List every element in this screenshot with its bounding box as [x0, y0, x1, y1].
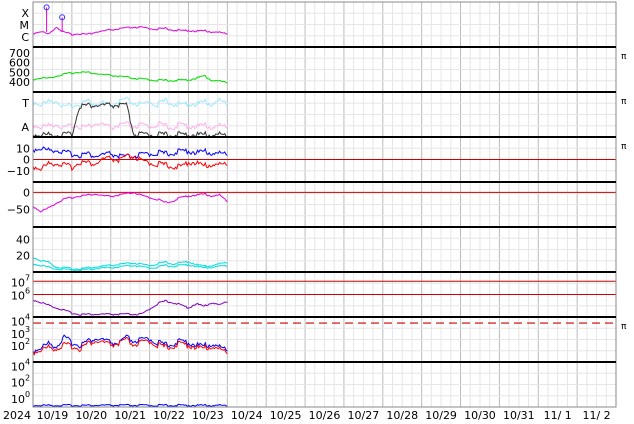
- y-tick-exponent: 2: [25, 337, 30, 346]
- x-tick-label: 10/26: [309, 409, 341, 422]
- y-tick-label: 10: [11, 316, 25, 329]
- panel-flag: π: [621, 97, 627, 107]
- x-tick-label: 10/19: [37, 409, 69, 422]
- y-tick-exponent: 4: [25, 313, 30, 322]
- x-tick-label: 10/27: [348, 409, 380, 422]
- x-tick-label: 2024: [3, 409, 31, 422]
- y-tick-label: 10: [11, 328, 25, 341]
- y-tick-label: 10: [11, 276, 25, 289]
- y-tick-label: 0: [23, 186, 30, 199]
- space-weather-chart: 2024 10/19 10/20 10/21 10/22 10/23 10/24 10/25 1…: [3, 1, 627, 422]
- x-tick-label: 10/23: [192, 409, 224, 422]
- y-tick-label: 400: [9, 76, 30, 89]
- x-tick-label: 10/22: [153, 409, 185, 422]
- panel-flag: π: [621, 142, 627, 152]
- y-tick-label: 20: [16, 250, 30, 263]
- x-tick-label: 10/25: [270, 409, 302, 422]
- panel-flag: π: [621, 52, 627, 62]
- y-tick-exponent: 4: [25, 357, 30, 366]
- y-tick-exponent: 7: [25, 273, 30, 282]
- x-tick-label: 10/31: [503, 409, 535, 422]
- y-tick-label: 10: [11, 377, 25, 390]
- y-tick-exponent: 0: [25, 390, 30, 399]
- y-tick-exponent: 6: [25, 287, 30, 296]
- x-tick-label: 10/28: [386, 409, 418, 422]
- chart-grid: [32, 2, 617, 407]
- x-tick-label: 10/29: [425, 409, 457, 422]
- x-tick-label: 10/24: [231, 409, 263, 422]
- y-axis-label: C: [21, 31, 29, 44]
- y-tick-exponent: 2: [25, 374, 30, 383]
- x-tick-label: 10/20: [75, 409, 107, 422]
- y-axis-label: A: [21, 121, 29, 134]
- y-tick-label: 10: [11, 340, 25, 353]
- y-tick-label: −50: [7, 204, 30, 217]
- y-tick-label: 10: [11, 360, 25, 373]
- y-tick-label: 40: [16, 233, 30, 246]
- x-tick-label: 10/21: [114, 409, 146, 422]
- x-tick-label: 11/ 1: [544, 409, 572, 422]
- y-tick-label: −10: [7, 165, 30, 178]
- panel-flag: π: [621, 322, 627, 332]
- x-tick-label: 11/ 2: [582, 409, 610, 422]
- y-axis-label: T: [21, 97, 29, 110]
- y-tick-label: 10: [11, 393, 25, 406]
- x-tick-label: 10/30: [464, 409, 496, 422]
- y-tick-exponent: 3: [25, 325, 30, 334]
- y-tick-label: 10: [11, 290, 25, 303]
